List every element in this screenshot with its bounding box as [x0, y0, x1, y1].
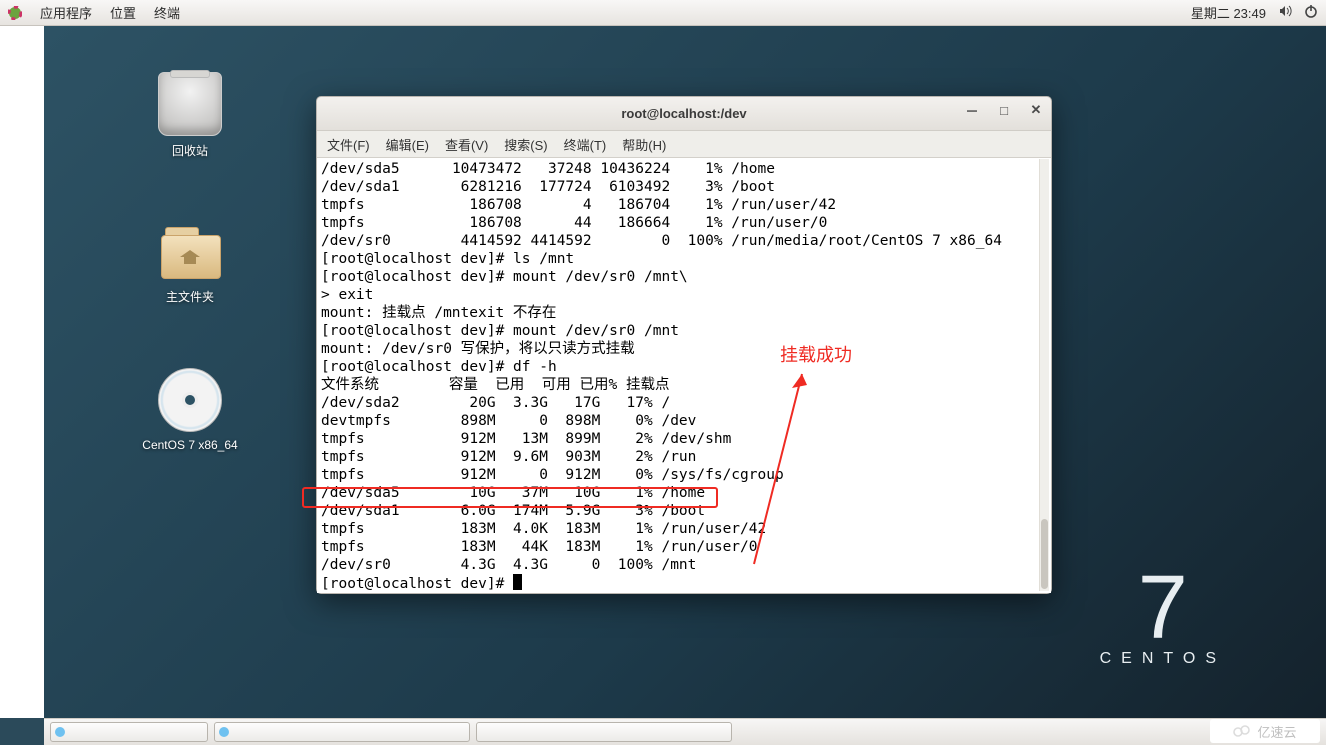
cd-icon	[158, 368, 222, 432]
scrollbar-thumb[interactable]	[1041, 519, 1048, 589]
desktop-area: 回收站 主文件夹 CentOS 7 x86_64 7 CENTOS root@l…	[44, 26, 1326, 718]
desktop-home-folder[interactable]: 主文件夹	[130, 218, 250, 305]
terminal-scrollbar[interactable]	[1039, 159, 1049, 591]
window-close-button[interactable]: ✕	[1029, 103, 1043, 117]
desktop-icon-label: 主文件夹	[130, 288, 250, 305]
menu-applications[interactable]: 应用程序	[40, 3, 92, 22]
terminal-window: root@localhost:/dev － □ ✕ 文件(F) 编辑(E) 查看…	[316, 96, 1052, 594]
desktop-trash[interactable]: 回收站	[130, 72, 250, 159]
desktop-icon-label: 回收站	[130, 142, 250, 159]
watermark-text: 亿速云	[1257, 722, 1296, 741]
power-icon[interactable]	[1304, 4, 1318, 21]
desktop-brand: 7 CENTOS	[1100, 572, 1226, 668]
gnome-top-panel: 应用程序 位置 终端 星期二 23:49	[0, 0, 1326, 26]
brand-word: CENTOS	[1100, 650, 1226, 668]
taskbar-entry-2[interactable]	[214, 722, 470, 742]
brand-number: 7	[1100, 572, 1226, 644]
taskbar-entry-1[interactable]	[50, 722, 208, 742]
watermark: 亿速云	[1210, 719, 1320, 743]
menubar-search[interactable]: 搜索(S)	[504, 135, 547, 154]
menubar-edit[interactable]: 编辑(E)	[386, 135, 429, 154]
desktop-cd-media[interactable]: CentOS 7 x86_64	[130, 368, 250, 452]
window-titlebar[interactable]: root@localhost:/dev － □ ✕	[317, 97, 1051, 131]
taskbar-entry-3[interactable]	[476, 722, 732, 742]
window-maximize-button[interactable]: □	[997, 103, 1011, 117]
folder-home-icon	[158, 218, 222, 282]
annotation-label: 挂载成功	[780, 341, 852, 367]
distro-icon	[8, 6, 22, 20]
menubar-view[interactable]: 查看(V)	[445, 135, 488, 154]
terminal-output[interactable]: /dev/sda5 10473472 37248 10436224 1% /ho…	[317, 158, 1051, 593]
volume-icon[interactable]	[1278, 4, 1292, 21]
trash-icon	[158, 72, 222, 136]
menu-places[interactable]: 位置	[110, 3, 136, 22]
page-gutter	[0, 26, 44, 718]
menu-terminal[interactable]: 终端	[154, 3, 180, 22]
panel-clock[interactable]: 星期二 23:49	[1191, 3, 1266, 22]
gnome-bottom-panel	[44, 718, 1326, 745]
menubar-terminal[interactable]: 终端(T)	[564, 135, 607, 154]
window-minimize-button[interactable]: －	[965, 103, 979, 117]
desktop-icon-label: CentOS 7 x86_64	[130, 438, 250, 452]
window-title: root@localhost:/dev	[621, 106, 746, 121]
menubar-help[interactable]: 帮助(H)	[622, 135, 666, 154]
menubar-file[interactable]: 文件(F)	[327, 135, 370, 154]
terminal-menubar: 文件(F) 编辑(E) 查看(V) 搜索(S) 终端(T) 帮助(H)	[317, 131, 1051, 158]
